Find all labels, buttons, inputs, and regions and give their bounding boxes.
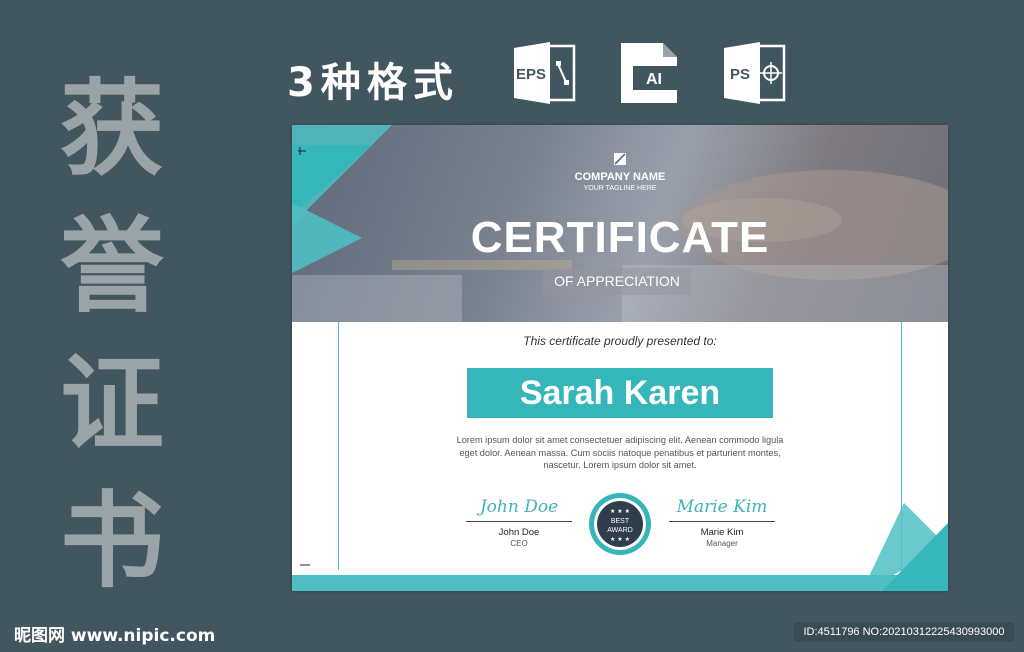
svg-text:PS: PS (730, 66, 750, 83)
signer-role: Manager (706, 539, 738, 548)
signature-rule (466, 521, 572, 522)
corner-decoration (862, 503, 948, 591)
signature-script: John Doe (479, 497, 559, 517)
body-line: eget dolor. Aenean massa. Cum sociis nat… (459, 447, 781, 458)
image-id: ID:4511796 NO:20210312225430993000 (794, 622, 1014, 642)
signature-script: Marie Kim (676, 497, 768, 517)
body-line: Lorem ipsum dolor sit amet consectetuer … (456, 435, 784, 445)
side-title-char: 证 (59, 342, 164, 465)
certificate-title: CERTIFICATE (470, 213, 770, 262)
presented-text: This certificate proudly presented to: (523, 334, 717, 348)
signature-right: Marie Kim Marie Kim Manager (668, 497, 776, 548)
side-title: 获 誉 证 书 (52, 70, 172, 600)
frame-line-left (338, 322, 339, 570)
signer-name: John Doe (498, 527, 540, 538)
signature-rule (669, 521, 775, 522)
signer-role: CEO (510, 539, 528, 548)
formats-label: 3种格式 (287, 60, 459, 106)
certificate-banner: COMPANY NAME YOUR TAGLINE HERE CERTIFICA… (292, 125, 948, 322)
side-title-char: 书 (59, 479, 164, 602)
company-tagline: YOUR TAGLINE HERE (583, 185, 657, 192)
site-watermark: 昵图网 www.nipic.com (14, 626, 216, 646)
eps-file-icon: EPS (512, 42, 576, 104)
company-name: COMPANY NAME (574, 171, 666, 183)
svg-text:BEST: BEST (611, 518, 630, 525)
ps-file-icon: PS (722, 42, 786, 104)
company-logo-icon (614, 153, 626, 165)
side-title-char: 获 (59, 68, 164, 190)
svg-text:EPS: EPS (516, 66, 546, 83)
recipient-name: Sarah Karen (467, 368, 773, 418)
ai-file-icon: AI (619, 42, 683, 104)
crop-mark (300, 564, 310, 566)
signature-left: John Doe John Doe CEO (465, 497, 573, 548)
award-badge-icon: ★ ★ ★ BEST AWARD ★ ★ ★ (589, 493, 651, 555)
body-text: Lorem ipsum dolor sit amet consectetuer … (440, 434, 800, 472)
svg-text:AWARD: AWARD (607, 527, 633, 534)
svg-text:★ ★ ★: ★ ★ ★ (610, 508, 630, 515)
certificate-subtitle: OF APPRECIATION (543, 268, 691, 295)
side-title-char: 誉 (59, 205, 164, 328)
svg-text:★ ★ ★: ★ ★ ★ (610, 536, 630, 543)
signer-name: Marie Kim (700, 527, 744, 538)
body-line: nascetur. Lorem ipsum dolor sit amet. (543, 460, 697, 471)
certificate: COMPANY NAME YOUR TAGLINE HERE CERTIFICA… (292, 125, 948, 591)
svg-text:AI: AI (646, 71, 662, 88)
